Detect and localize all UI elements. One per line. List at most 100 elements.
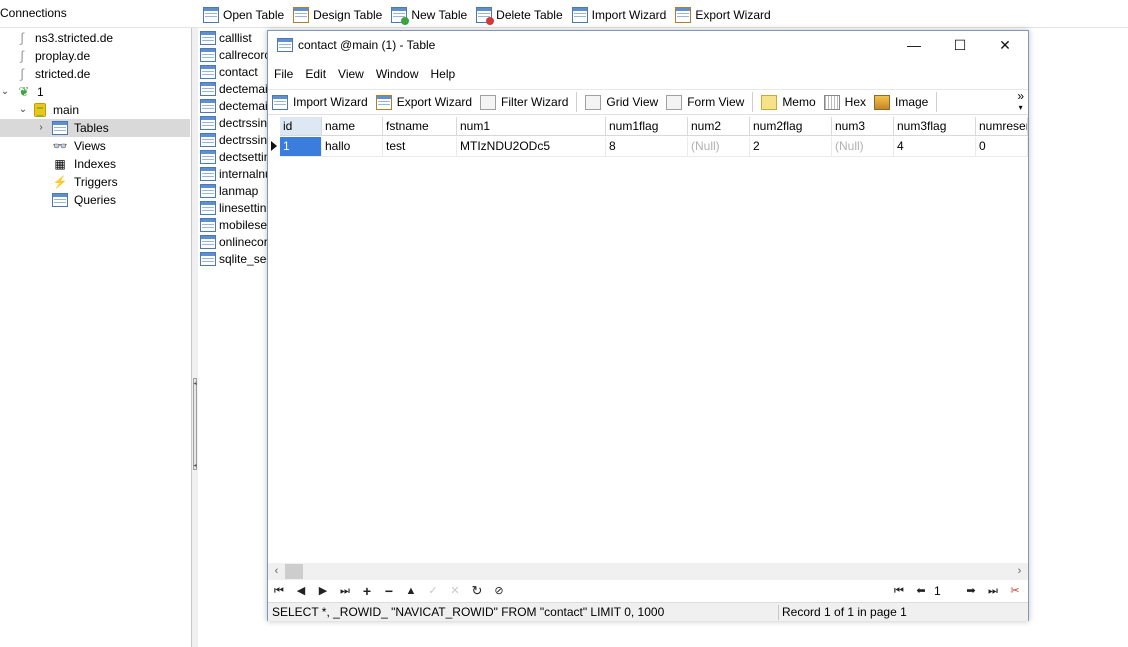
table-cell[interactable]: 1	[280, 137, 322, 157]
table-cell[interactable]: 0	[976, 137, 1028, 157]
refresh-icon[interactable]: ↻	[466, 581, 488, 601]
tree-item-queries[interactable]: Queries	[52, 191, 116, 209]
prior-record-icon[interactable]: ◀	[290, 581, 312, 601]
tree-item-proplay[interactable]: ∫ proplay.de	[14, 47, 90, 65]
last-record-icon[interactable]: ⏭	[334, 581, 356, 601]
move-up-icon[interactable]: ▲	[400, 581, 422, 601]
list-item[interactable]: contact	[200, 63, 258, 80]
chevron-down-icon[interactable]: ⌄	[0, 87, 10, 97]
list-item[interactable]: dectrssin	[200, 114, 267, 131]
export-wizard-button[interactable]: Export Wizard	[672, 5, 773, 25]
form-view-button[interactable]: Form View	[662, 91, 748, 113]
scroll-left-icon[interactable]: ‹	[268, 563, 285, 580]
discard-changes-icon[interactable]: ✕	[444, 581, 466, 601]
previous-page-icon[interactable]: ⬅	[910, 581, 932, 601]
tree-item-indexes[interactable]: ▦ Indexes	[52, 155, 116, 173]
add-record-icon[interactable]: +	[356, 581, 378, 601]
apply-changes-icon[interactable]: ✓	[422, 581, 444, 601]
menu-help[interactable]: Help	[425, 67, 462, 81]
menu-view[interactable]: View	[332, 67, 370, 81]
open-table-button[interactable]: Open Table	[200, 5, 287, 25]
list-item[interactable]: internalnu	[200, 165, 272, 182]
minimize-button[interactable]: —	[891, 31, 937, 60]
table-cell[interactable]: 4	[894, 137, 976, 157]
first-record-icon[interactable]: ⏮	[268, 581, 290, 601]
new-table-button[interactable]: New Table	[388, 5, 470, 25]
list-item[interactable]: dectsettin	[200, 148, 270, 165]
stop-icon[interactable]: ⊘	[488, 581, 510, 601]
list-item[interactable]: linesettin	[200, 199, 266, 216]
column-header[interactable]: num3flag	[894, 117, 976, 136]
list-item[interactable]: dectrssin	[200, 131, 267, 148]
settings-tools-icon[interactable]: ✂	[1004, 581, 1026, 601]
tree-item-connection-1[interactable]: ⌄ ❦ 1	[0, 83, 44, 101]
next-record-icon[interactable]: ▶	[312, 581, 334, 601]
current-row-indicator-icon	[271, 141, 277, 151]
list-item[interactable]: lanmap	[200, 182, 258, 199]
table-cell[interactable]: 8	[606, 137, 688, 157]
scrollbar-thumb[interactable]	[285, 564, 303, 579]
list-item[interactable]: callrecorc	[200, 46, 270, 63]
table-cell[interactable]: (Null)	[832, 137, 894, 157]
chevron-right-icon[interactable]: ›	[36, 123, 46, 133]
page-number-input[interactable]	[932, 582, 960, 600]
tree-item-triggers[interactable]: ⚡ Triggers	[52, 173, 118, 191]
next-page-icon[interactable]: ➡	[960, 581, 982, 601]
list-item[interactable]: mobilese	[200, 216, 267, 233]
menu-file[interactable]: File	[268, 67, 299, 81]
memo-button[interactable]: Memo	[757, 91, 819, 113]
column-header[interactable]: num3	[832, 117, 894, 136]
window-titlebar[interactable]: contact @main (1) - Table — ☐ ✕	[268, 31, 1028, 60]
menu-window[interactable]: Window	[370, 67, 425, 81]
first-page-icon[interactable]: ⏮	[888, 581, 910, 601]
table-cell[interactable]: 2	[750, 137, 832, 157]
scroll-right-icon[interactable]: ›	[1011, 563, 1028, 580]
list-item[interactable]: calllist	[200, 29, 252, 46]
menu-edit[interactable]: Edit	[299, 67, 332, 81]
column-header[interactable]: num2flag	[750, 117, 832, 136]
column-header[interactable]: num1	[457, 117, 606, 136]
splitter-grip[interactable]	[193, 378, 197, 470]
filter-wizard-button[interactable]: Filter Wizard	[476, 91, 572, 113]
delete-record-icon[interactable]: −	[378, 581, 400, 601]
tree-item-label: Indexes	[74, 157, 117, 171]
chevron-down-icon[interactable]: ⌄	[18, 105, 28, 115]
hex-button[interactable]: Hex	[820, 91, 870, 113]
import-wizard-button[interactable]: Import Wizard	[569, 5, 670, 25]
tree-item-label: main	[53, 103, 80, 117]
tree-item-main[interactable]: ⌄ main	[18, 101, 79, 119]
table-cell[interactable]: test	[383, 137, 457, 157]
list-item[interactable]: onlinecor	[200, 233, 268, 250]
delete-table-button[interactable]: Delete Table	[473, 5, 566, 25]
tree-item-views[interactable]: 👓 Views	[52, 137, 106, 155]
list-item[interactable]: dectemai	[200, 80, 268, 97]
tree-item-ns3[interactable]: ∫ ns3.stricted.de	[14, 29, 113, 47]
column-header[interactable]: name	[322, 117, 383, 136]
tree-item-stricted[interactable]: ∫ stricted.de	[14, 65, 90, 83]
column-header[interactable]: num2	[688, 117, 750, 136]
table-cell[interactable]: MTIzNDU2ODc5	[457, 137, 606, 157]
table-cell[interactable]: (Null)	[688, 137, 750, 157]
grid-view-label: Grid View	[606, 95, 659, 109]
tree-item-tables[interactable]: › Tables	[0, 119, 190, 137]
last-page-icon[interactable]: ⏭	[982, 581, 1004, 601]
image-button[interactable]: Image	[870, 91, 932, 113]
horizontal-scrollbar[interactable]: ‹ ›	[268, 563, 1028, 580]
table-icon	[200, 251, 216, 266]
export-wizard-button[interactable]: Export Wizard	[372, 91, 476, 113]
list-item[interactable]: dectemai	[200, 97, 268, 114]
grid-view-button[interactable]: Grid View	[581, 91, 662, 113]
export-wizard-icon	[375, 94, 392, 110]
import-wizard-button[interactable]: Import Wizard	[268, 91, 372, 113]
design-table-button[interactable]: Design Table	[290, 5, 385, 25]
column-header[interactable]: numreser	[976, 117, 1028, 136]
column-header[interactable]: id	[280, 117, 322, 136]
column-header[interactable]: fstname	[383, 117, 457, 136]
column-header[interactable]: num1flag	[606, 117, 688, 136]
toolbar-overflow-button[interactable]: » ▾	[1017, 90, 1024, 114]
maximize-button[interactable]: ☐	[937, 31, 983, 60]
close-button[interactable]: ✕	[982, 31, 1028, 60]
data-grid[interactable]: id name fstname num1 num1flag num2 num2f…	[268, 117, 1028, 563]
list-item[interactable]: sqlite_sec	[200, 250, 272, 267]
table-cell[interactable]: hallo	[322, 137, 383, 157]
